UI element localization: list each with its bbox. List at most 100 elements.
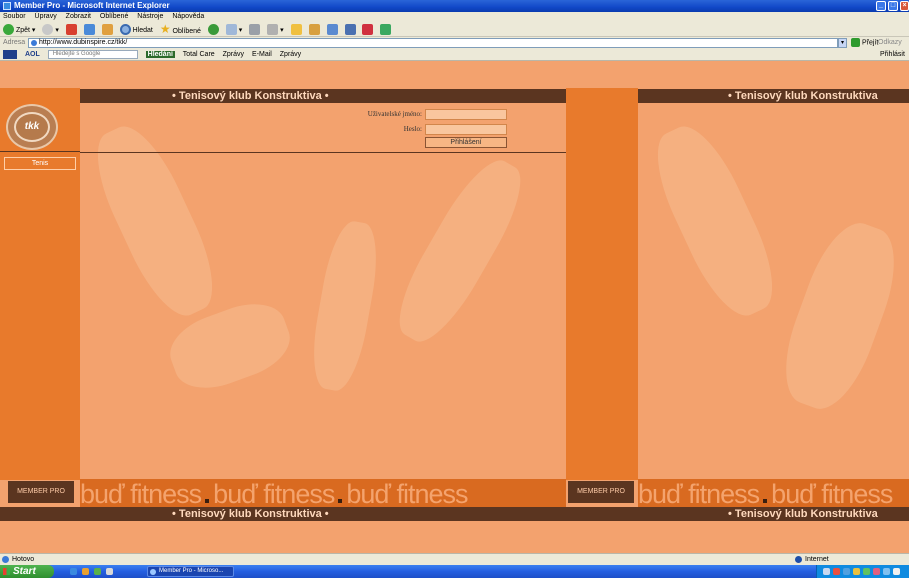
aol-login[interactable]: Přihlásit <box>880 49 905 61</box>
home-icon <box>101 24 113 36</box>
address-url: http://www.dubinspire.cz/tkk/ <box>39 39 128 46</box>
ie-app-icon <box>3 2 11 10</box>
close-button[interactable]: × <box>900 1 909 11</box>
search-icon <box>119 24 131 36</box>
aol-brand[interactable]: AOL <box>25 51 40 58</box>
title-bar: Member Pro - Microsoft Internet Explorer… <box>0 0 909 12</box>
username-input[interactable] <box>425 109 507 120</box>
star-icon: ★ <box>159 22 171 36</box>
site-header-title: • Tenisový klub Konstruktiva • <box>172 90 329 102</box>
club-logo: tkk <box>6 104 58 150</box>
silhouette-figure <box>305 217 385 395</box>
refresh-icon <box>83 24 95 36</box>
menu-upravy[interactable]: Úpravy <box>35 13 57 20</box>
member-pro-badge-repeat: MEMBER PRO <box>568 481 634 503</box>
page-icon <box>31 40 37 46</box>
tray-app-icon[interactable] <box>873 568 880 575</box>
page-done-icon <box>2 556 9 563</box>
aol-search-input[interactable]: Hledejte s Google <box>47 49 138 59</box>
address-dropdown-button[interactable]: ▾ <box>838 38 847 48</box>
tray-volume-icon[interactable] <box>883 568 890 575</box>
menu-soubor[interactable]: Soubor <box>3 13 26 20</box>
tray-alert-icon[interactable] <box>853 568 860 575</box>
login-button[interactable]: Přihlášení <box>425 137 507 148</box>
password-label: Heslo: <box>403 125 422 133</box>
site-footer-title: • Tenisový klub Konstruktiva • <box>172 508 329 520</box>
member-pro-badge: MEMBER PRO <box>8 481 74 503</box>
edit-icon <box>267 24 279 36</box>
menu-bar: Soubor Úpravy Zobrazit Oblíbené Nástroje… <box>0 12 909 21</box>
links-button[interactable]: Odkazy <box>878 38 902 48</box>
site-footer: • Tenisový klub Konstruktiva • • Tenisov… <box>0 507 909 521</box>
address-bar: Adresa http://www.dubinspire.cz/tkk/ ▾ P… <box>0 37 909 49</box>
silhouette-figure <box>641 115 789 327</box>
site-header-title-repeat: • Tenisový klub Konstruktiva <box>728 90 878 102</box>
standard-toolbar: Zpět ▾ ▾ Hledat ★ Oblíbené ▾ ▾ <box>0 21 909 37</box>
system-tray <box>816 565 909 578</box>
aol-toolbar: AOL Hledejte s Google Hledání Total Care… <box>0 49 909 61</box>
tray-clock-icon <box>893 568 900 575</box>
password-input[interactable] <box>425 124 507 135</box>
go-arrow-icon <box>851 38 860 47</box>
aol-logo-icon <box>3 49 17 59</box>
status-text: Hotovo <box>12 556 35 563</box>
history-icon <box>207 24 219 36</box>
menu-napoveda[interactable]: Nápověda <box>172 13 204 20</box>
window-title: Member Pro - Microsoft Internet Explorer <box>14 1 170 10</box>
windows-flag-icon <box>3 568 10 575</box>
tray-security-icon[interactable] <box>833 568 840 575</box>
silhouette-figure <box>769 213 909 419</box>
aol-zpravy-2[interactable]: Zprávy <box>280 51 301 58</box>
quicklaunch-ie-icon[interactable] <box>70 568 77 575</box>
middle-column <box>566 88 638 480</box>
site-header: • Tenisový klub Konstruktiva • • Tenisov… <box>0 89 909 103</box>
folder-icon <box>290 24 302 36</box>
back-arrow-icon <box>3 24 14 36</box>
tool-icon <box>380 24 392 36</box>
menu-zobrazit[interactable]: Zobrazit <box>66 13 91 20</box>
taskbar-window-item[interactable]: Member Pro - Microso... <box>147 566 234 577</box>
research-icon <box>344 24 356 36</box>
aol-zpravy[interactable]: Zprávy <box>223 51 244 58</box>
tray-update-icon[interactable] <box>843 568 850 575</box>
aol-email[interactable]: E-Mail <box>252 51 272 58</box>
tray-network-icon[interactable] <box>823 568 830 575</box>
mail-icon <box>225 24 237 36</box>
aol-search-button[interactable]: Hledání <box>145 51 175 58</box>
silhouette-figure <box>384 149 536 353</box>
quicklaunch-desktop-icon[interactable] <box>106 568 113 575</box>
quicklaunch-mail-icon[interactable] <box>82 568 89 575</box>
fitness-slogan-band: buď fitness buď fitness buď fitness <box>80 479 566 509</box>
site-footer-title-repeat: • Tenisový klub Konstruktiva <box>728 508 878 520</box>
taskbar: Start Member Pro - Microso... <box>0 565 909 578</box>
browser-window: Member Pro - Microsoft Internet Explorer… <box>0 0 909 578</box>
silhouette-figure <box>81 115 229 327</box>
quicklaunch-media-icon[interactable] <box>94 568 101 575</box>
menu-nastroje[interactable]: Nástroje <box>137 13 163 20</box>
aol-total-care[interactable]: Total Care <box>183 51 215 58</box>
messenger-icon <box>326 24 338 36</box>
print-icon <box>249 24 261 36</box>
media-icon <box>308 24 320 36</box>
flag-icon <box>362 24 374 36</box>
forward-arrow-icon <box>42 24 54 36</box>
maximize-button[interactable]: □ <box>888 1 898 11</box>
username-label: Uživatelské jméno: <box>367 110 422 118</box>
divider <box>0 151 80 152</box>
nav-item-tenis[interactable]: Tenis <box>4 157 76 170</box>
start-button[interactable]: Start <box>0 565 54 578</box>
ie-taskbar-icon <box>150 569 156 575</box>
address-label: Adresa <box>3 39 26 46</box>
divider <box>80 152 566 153</box>
stop-icon <box>65 24 77 36</box>
fitness-slogan-band-repeat: buď fitness buď fitness <box>638 479 909 509</box>
minimize-button[interactable]: _ <box>876 1 886 11</box>
web-page: • Tenisový klub Konstruktiva • • Tenisov… <box>0 61 909 553</box>
tray-antivirus-icon[interactable] <box>863 568 870 575</box>
security-zone: Internet <box>795 554 829 565</box>
address-input[interactable]: http://www.dubinspire.cz/tkk/ <box>28 38 838 48</box>
go-button[interactable]: Přejít <box>851 38 878 48</box>
menu-oblibene[interactable]: Oblíbené <box>100 13 128 20</box>
globe-icon <box>795 556 802 563</box>
status-bar: Hotovo Internet <box>0 553 909 565</box>
